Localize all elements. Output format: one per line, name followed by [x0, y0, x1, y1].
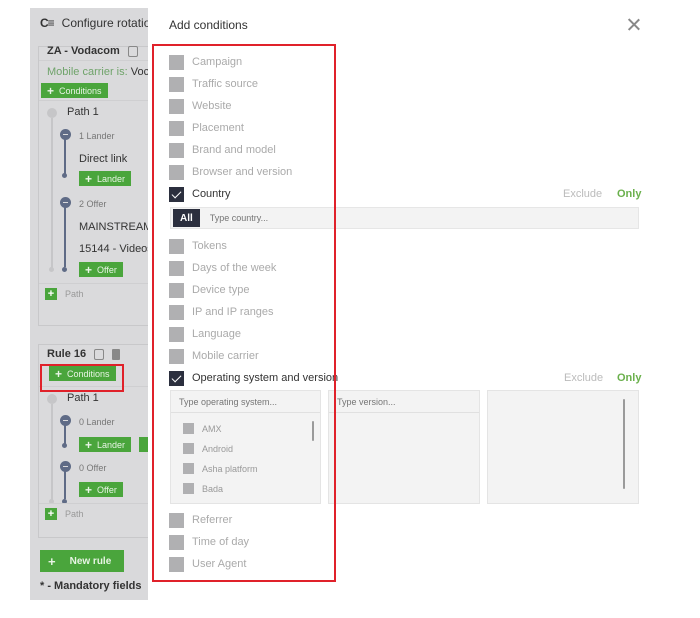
- rule-card-1: ZA - Vodacom Mobile carrier is: Voc + Co…: [38, 45, 148, 326]
- new-rule-button[interactable]: + New rule: [40, 550, 124, 572]
- panel-title: Configure rotation: [61, 16, 148, 30]
- panel-header: C≡ Configure rotation: [40, 16, 148, 30]
- close-icon[interactable]: [626, 17, 642, 33]
- path-dot-icon: [47, 108, 57, 118]
- plus-icon: +: [48, 553, 56, 569]
- copy-icon[interactable]: [94, 348, 105, 360]
- add-offer-button[interactable]: + Offer: [79, 482, 123, 497]
- path-label[interactable]: Path 1: [67, 392, 99, 404]
- add-button[interactable]: [139, 437, 148, 452]
- add-path-icon[interactable]: +: [45, 508, 57, 520]
- copy-icon[interactable]: [127, 45, 138, 57]
- offer-name[interactable]: MAINSTREAM: [79, 221, 148, 233]
- trash-icon[interactable]: [112, 348, 121, 360]
- lander-count: 1 Lander: [79, 131, 115, 141]
- highlight-annotation: [152, 44, 336, 582]
- add-path-row[interactable]: + Path: [39, 283, 148, 304]
- add-path-icon[interactable]: +: [45, 288, 57, 300]
- plus-icon: +: [47, 83, 55, 98]
- selected-scrollbar[interactable]: [623, 399, 625, 489]
- rule-title: Rule 16: [39, 345, 148, 363]
- highlight-annotation: [40, 364, 124, 392]
- add-lander-button[interactable]: + Lander: [79, 171, 132, 186]
- rule-condition: Mobile carrier is: Voc: [39, 60, 148, 83]
- logo-icon: C≡: [40, 16, 55, 30]
- os-exclude-toggle[interactable]: Exclude: [564, 372, 603, 384]
- os-only-toggle[interactable]: Only: [617, 372, 641, 384]
- modal-title: Add conditions: [169, 18, 248, 32]
- lander-count: 0 Lander: [79, 417, 115, 427]
- add-path-row[interactable]: + Path: [39, 503, 148, 524]
- mandatory-note: * - Mandatory fields: [40, 580, 142, 592]
- offer-name[interactable]: 15144 - Videos: [79, 243, 148, 255]
- lander-name[interactable]: Direct link: [79, 153, 127, 165]
- add-conditions-modal: Add conditions Campaign Traffic source Web…: [148, 0, 700, 618]
- version-search-input[interactable]: [329, 391, 479, 413]
- path-dot-icon: [47, 394, 57, 404]
- offer-count: 2 Offer: [79, 199, 107, 209]
- rule-title: ZA - Vodacom: [39, 42, 148, 60]
- country-only-toggle[interactable]: Only: [617, 188, 641, 200]
- selected-os-box: [487, 390, 639, 504]
- add-lander-button[interactable]: + Lander: [79, 437, 132, 452]
- offer-count: 0 Offer: [79, 463, 107, 473]
- add-conditions-button[interactable]: + Conditions: [41, 83, 108, 98]
- version-list-box: [328, 390, 480, 504]
- country-exclude-toggle[interactable]: Exclude: [563, 188, 602, 200]
- rotation-config-panel: C≡ Configure rotation ZA - Vodacom Mobil…: [30, 8, 148, 600]
- add-offer-button[interactable]: + Offer: [79, 262, 123, 277]
- path-label[interactable]: Path 1: [67, 106, 99, 118]
